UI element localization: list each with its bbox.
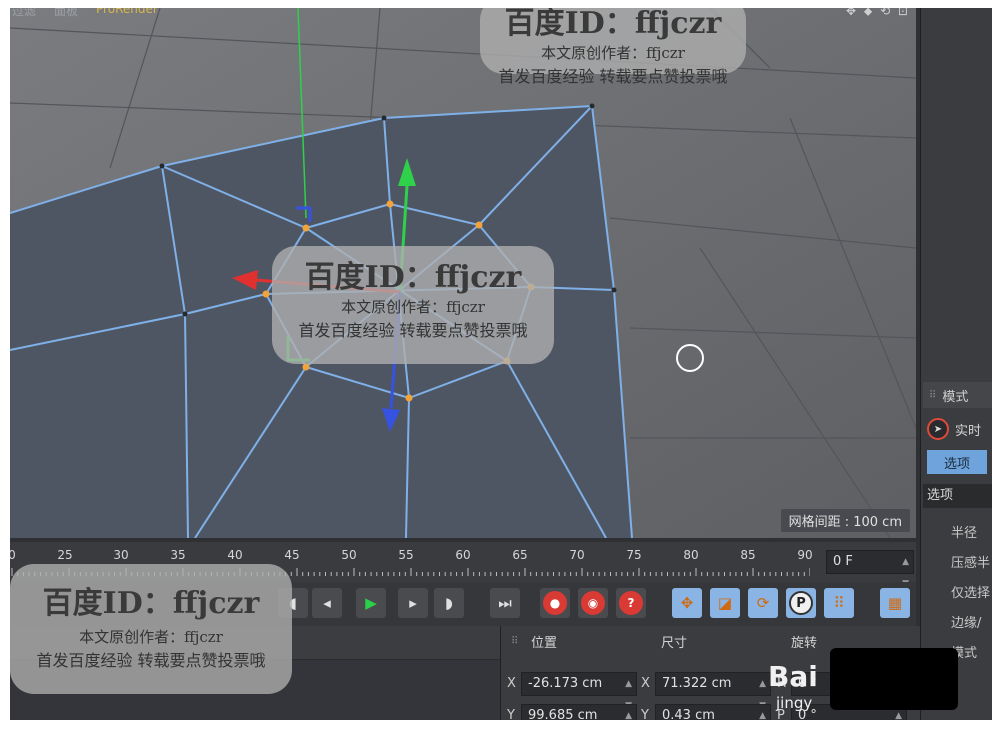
tick-label: 30 — [113, 548, 129, 562]
watermark-note: 首发百度经验 转载要点赞投票哦 — [36, 651, 266, 670]
watermark-title: 百度ID：ffjczr — [304, 260, 522, 295]
logo-mark: Bai — [768, 660, 818, 693]
watermark-note: 首发百度经验 转载要点赞投票哦 — [298, 321, 528, 340]
play-button[interactable]: ▶ — [356, 588, 386, 618]
parameter-key-button[interactable]: P — [786, 588, 816, 618]
spin-arrows-icon[interactable]: ▲▼ — [759, 705, 766, 720]
tick-label: 80 — [683, 548, 699, 562]
go-to-next-key-button[interactable]: ◗ — [434, 588, 464, 618]
tick-label: 45 — [284, 548, 300, 562]
options-section-title: 选项 — [923, 484, 992, 508]
menu-prorender[interactable]: ProRender — [96, 8, 158, 19]
p-icon: P — [789, 591, 813, 615]
help-icon: ? — [619, 591, 643, 615]
size-header: 尺寸 — [661, 636, 688, 651]
mode-tab-label: 模式 — [942, 389, 969, 405]
grip-icon: ⠿ — [929, 389, 937, 401]
spin-arrows-icon[interactable]: ▲▼ — [625, 705, 632, 720]
size-y-value: 0.43 cm — [662, 708, 715, 720]
cinema4d-window: 过滤 面板 ProRender ✥ ⬥ ⟲ ⊡ 网格间距 : 100 cm ⠿ … — [10, 8, 992, 720]
current-frame-value: 0 F — [833, 554, 853, 569]
watermark-center: 百度ID：ffjczr 本文原创作者：ffjczr 首发百度经验 转载要点赞投票… — [272, 246, 554, 364]
keyframe-help-button[interactable]: ? — [616, 588, 646, 618]
tick-label: 50 — [341, 548, 357, 562]
scale-key-button[interactable]: ◪ — [710, 588, 740, 618]
autokey-button[interactable]: ◉ — [578, 588, 608, 618]
options-tab[interactable]: 选项 — [927, 450, 987, 474]
tick-label: 55 — [398, 548, 414, 562]
size-x-value: 71.322 cm — [662, 676, 732, 691]
tick-label: 75 — [626, 548, 642, 562]
watermark-top: 百度ID：ffjczr 本文原创作者：ffjczr 首发百度经验 转载要点赞投票… — [480, 8, 746, 86]
attribute-panel: ⠿ 模式 ➤ 实时 选项 选项 半径 压感半 仅选择 边缘/ 模式 — [920, 8, 992, 720]
position-header: 位置 — [531, 636, 558, 651]
logo-mask — [830, 648, 958, 710]
live-selection-tool[interactable]: ➤ 实时 — [927, 418, 981, 440]
live-selection-label: 实时 — [955, 423, 982, 439]
pressure-radius-label: 压感半 — [951, 556, 991, 571]
watermark-author: 本文原创作者：ffjczr — [541, 44, 685, 62]
tick-label: 35 — [170, 548, 186, 562]
watermark-bottom-left: 百度ID：ffjczr 本文原创作者：ffjczr 首发百度经验 转载要点赞投票… — [10, 564, 292, 694]
object-manager-area — [921, 8, 992, 368]
record-icon: ● — [543, 591, 567, 615]
viewport-nav-icons[interactable]: ✥ ⬥ ⟲ ⊡ — [846, 8, 910, 19]
mode-tab[interactable]: ⠿ 模式 — [923, 382, 992, 408]
watermark-author: 本文原创作者：ffjczr — [341, 298, 485, 316]
watermark-note: 首发百度经验 转载要点赞投票哦 — [498, 67, 728, 86]
baidu-jingyan-logo: Bai jingy — [768, 648, 958, 718]
grip-icon: ⠿ — [511, 636, 519, 647]
position-x-value: -26.173 cm — [528, 676, 603, 691]
size-y-field[interactable]: 0.43 cm ▲▼ — [655, 704, 771, 720]
point-level-button[interactable]: ⠿ — [824, 588, 854, 618]
watermark-author: 本文原创作者：ffjczr — [79, 628, 223, 646]
record-button[interactable]: ● — [540, 588, 570, 618]
previous-frame-button[interactable]: ◂ — [312, 588, 342, 618]
tick-label: 70 — [569, 548, 585, 562]
rotate-key-button[interactable]: ⟳ — [748, 588, 778, 618]
film-button[interactable]: ▦ — [880, 588, 910, 618]
menu-panel[interactable]: 面板 — [54, 8, 78, 19]
menu-filter[interactable]: 过滤 — [12, 8, 36, 19]
tick-label: 0 — [10, 548, 16, 562]
tick-label: 90 — [797, 548, 813, 562]
size-y-label: Y — [641, 708, 649, 720]
grid-spacing-readout: 网格间距 : 100 cm — [780, 509, 910, 532]
tick-label: 25 — [57, 548, 73, 562]
only-select-visible-label: 仅选择 — [951, 586, 991, 601]
edge-label: 边缘/ — [951, 616, 982, 631]
y-axis-label: Y — [507, 708, 515, 720]
tick-label: 85 — [740, 548, 756, 562]
cursor-arrow-icon: ➤ — [927, 418, 949, 440]
tick-label: 40 — [227, 548, 243, 562]
current-frame-field[interactable]: 0 F ▲▼ — [826, 550, 914, 589]
watermark-title: 百度ID：ffjczr — [42, 586, 260, 621]
tick-label: 65 — [512, 548, 528, 562]
move-key-button[interactable]: ✥ — [672, 588, 702, 618]
viewport-menu: 过滤 面板 ProRender — [12, 8, 158, 19]
x-axis-label: X — [507, 676, 516, 691]
size-x-field[interactable]: 71.322 cm ▲▼ — [655, 672, 771, 711]
tick-label: 60 — [455, 548, 471, 562]
logo-subtext: jingy — [776, 694, 813, 712]
position-y-field[interactable]: 99.685 cm ▲▼ — [521, 704, 637, 720]
watermark-title: 百度ID：ffjczr — [504, 8, 722, 41]
go-to-end-button[interactable]: ⏭ — [490, 588, 520, 618]
size-x-label: X — [641, 676, 650, 691]
position-x-field[interactable]: -26.173 cm ▲▼ — [521, 672, 637, 711]
position-y-value: 99.685 cm — [528, 708, 598, 720]
autokey-icon: ◉ — [581, 591, 605, 615]
radius-field-label: 半径 — [951, 526, 978, 541]
next-frame-button[interactable]: ▸ — [398, 588, 428, 618]
